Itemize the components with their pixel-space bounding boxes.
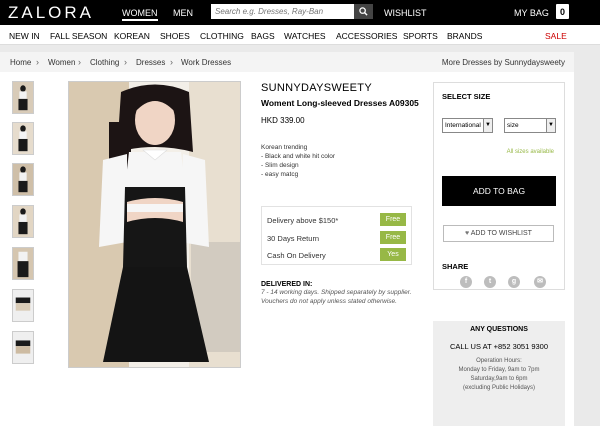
cat-sports[interactable]: SPORTS (403, 31, 438, 41)
delivery-row-label: Cash On Delivery (267, 251, 326, 260)
search-icon (359, 7, 368, 16)
call-us-text[interactable]: CALL US AT +852 3051 9300 (433, 342, 565, 351)
cat-bags[interactable]: BAGS (251, 31, 275, 41)
add-to-wishlist-label: ADD TO WISHLIST (470, 230, 532, 237)
any-questions-title: ANY QUESTIONS (470, 326, 528, 333)
shopping-bag-icon[interactable]: 0 (556, 4, 569, 19)
chevron-right-icon: › (36, 57, 39, 67)
thumbnail-5[interactable] (12, 247, 34, 280)
cat-fall-season[interactable]: FALL SEASON (50, 31, 107, 41)
description-line: - easy matcg (261, 171, 299, 178)
thumbnail-image (13, 290, 33, 321)
thumbnail-3[interactable] (12, 163, 34, 196)
description-line: - Slim design (261, 162, 299, 169)
email-icon[interactable]: ✉ (534, 276, 546, 288)
hours-line: Operation Hours: (476, 358, 522, 364)
nav-women[interactable]: WOMEN (122, 8, 158, 21)
add-to-wishlist-button[interactable]: ♥ ADD TO WISHLIST (443, 225, 554, 242)
delivered-in-text: 7 - 14 working days. Shipped separately … (261, 289, 412, 305)
more-by-brand-link[interactable]: More Dresses by Sunnydaysweety (442, 58, 565, 67)
thumbnail-image (13, 82, 33, 113)
twitter-icon[interactable]: t (484, 276, 496, 288)
crumb-home[interactable]: Home (10, 58, 31, 67)
wishlist-link[interactable]: WISHLIST (384, 8, 427, 18)
crumb-women[interactable]: Women (48, 58, 75, 67)
size-value: size (507, 122, 519, 129)
cat-clothing[interactable]: CLOTHING (200, 31, 244, 41)
search-input[interactable] (211, 4, 354, 19)
thumbnail-4[interactable] (12, 205, 34, 238)
cat-sale[interactable]: SALE (545, 31, 567, 41)
zalora-logo[interactable]: ZALORA (8, 3, 94, 23)
crumb-clothing[interactable]: Clothing (90, 58, 119, 67)
heart-icon: ♥ (465, 230, 470, 237)
thumbnail-image (13, 164, 33, 195)
size-select[interactable]: size ▼ (504, 118, 556, 133)
category-bar: NEW IN FALL SEASON KOREAN SHOES CLOTHING… (0, 25, 600, 45)
crumb-dresses[interactable]: Dresses (136, 58, 165, 67)
cod-badge: Yes (380, 248, 406, 261)
hours-line: (excluding Public Holidays) (462, 385, 536, 391)
thumbnail-1[interactable] (12, 81, 34, 114)
thumbnail-7[interactable] (12, 331, 34, 364)
chevron-right-icon: › (170, 57, 173, 67)
delivered-in-title: DELIVERED IN: (261, 281, 313, 288)
size-panel: SELECT SIZE International ▼ size ▼ All s… (433, 82, 565, 290)
delivery-row-label: Delivery above $150* (267, 216, 339, 225)
my-bag-link[interactable]: MY BAG (514, 8, 549, 18)
main-product-image[interactable] (68, 81, 241, 368)
size-system-select[interactable]: International ▼ (442, 118, 493, 133)
thumbnail-image (13, 123, 33, 154)
crumb-work-dresses[interactable]: Work Dresses (181, 58, 231, 67)
cat-shoes[interactable]: SHOES (160, 31, 190, 41)
select-size-title: SELECT SIZE (442, 92, 491, 101)
breadcrumb: Home › Women › Clothing › Dresses › Work… (0, 52, 574, 72)
product-brand[interactable]: SUNNYDAYSWEETY (261, 82, 372, 94)
product-description: Korean trending - Black and white hit co… (261, 143, 335, 179)
top-bar: ZALORA WOMEN MEN WISHLIST MY BAG 0 (0, 0, 600, 25)
thumbnail-image (13, 332, 33, 363)
cat-new-in[interactable]: NEW IN (9, 31, 40, 41)
thumbnail-image (13, 248, 33, 279)
cat-accessories[interactable]: ACCESSORIES (336, 31, 397, 41)
cat-watches[interactable]: WATCHES (284, 31, 326, 41)
cat-brands[interactable]: BRANDS (447, 31, 482, 41)
delivery-row-label: 30 Days Return (267, 234, 320, 243)
search-button[interactable] (354, 4, 373, 19)
free-return-badge: Free (380, 231, 406, 244)
chevron-down-icon: ▼ (546, 119, 555, 132)
product-price: HKD 339.00 (261, 116, 305, 125)
size-availability: All sizes available (506, 149, 554, 155)
google-plus-icon[interactable]: g (508, 276, 520, 288)
product-name: Woment Long-sleeved Dresses A09305 (261, 98, 419, 108)
questions-box: ANY QUESTIONS CALL US AT +852 3051 9300 … (433, 321, 565, 426)
hours-line: Saturday,9am to 6pm (470, 376, 528, 382)
scrollbar[interactable] (574, 45, 600, 426)
description-line: - Black and white hit color (261, 153, 336, 160)
description-line: Korean trending (261, 144, 308, 151)
thumbnail-2[interactable] (12, 122, 34, 155)
size-system-value: International (445, 122, 481, 129)
nav-men[interactable]: MEN (173, 8, 193, 18)
facebook-icon[interactable]: f (460, 276, 472, 288)
hours-line: Monday to Friday, 9am to 7pm (458, 367, 540, 373)
cat-korean[interactable]: KOREAN (114, 31, 150, 41)
chevron-right-icon: › (124, 57, 127, 67)
free-delivery-badge: Free (380, 213, 406, 226)
product-photo (69, 82, 240, 367)
delivery-info-box: Delivery above $150* Free 30 Days Return… (261, 206, 412, 265)
add-to-bag-button[interactable]: ADD TO BAG (442, 176, 556, 206)
chevron-down-icon: ▼ (483, 119, 492, 132)
thumbnail-6[interactable] (12, 289, 34, 322)
chevron-right-icon: › (78, 57, 81, 67)
share-title: SHARE (442, 262, 469, 271)
thumbnail-image (13, 206, 33, 237)
